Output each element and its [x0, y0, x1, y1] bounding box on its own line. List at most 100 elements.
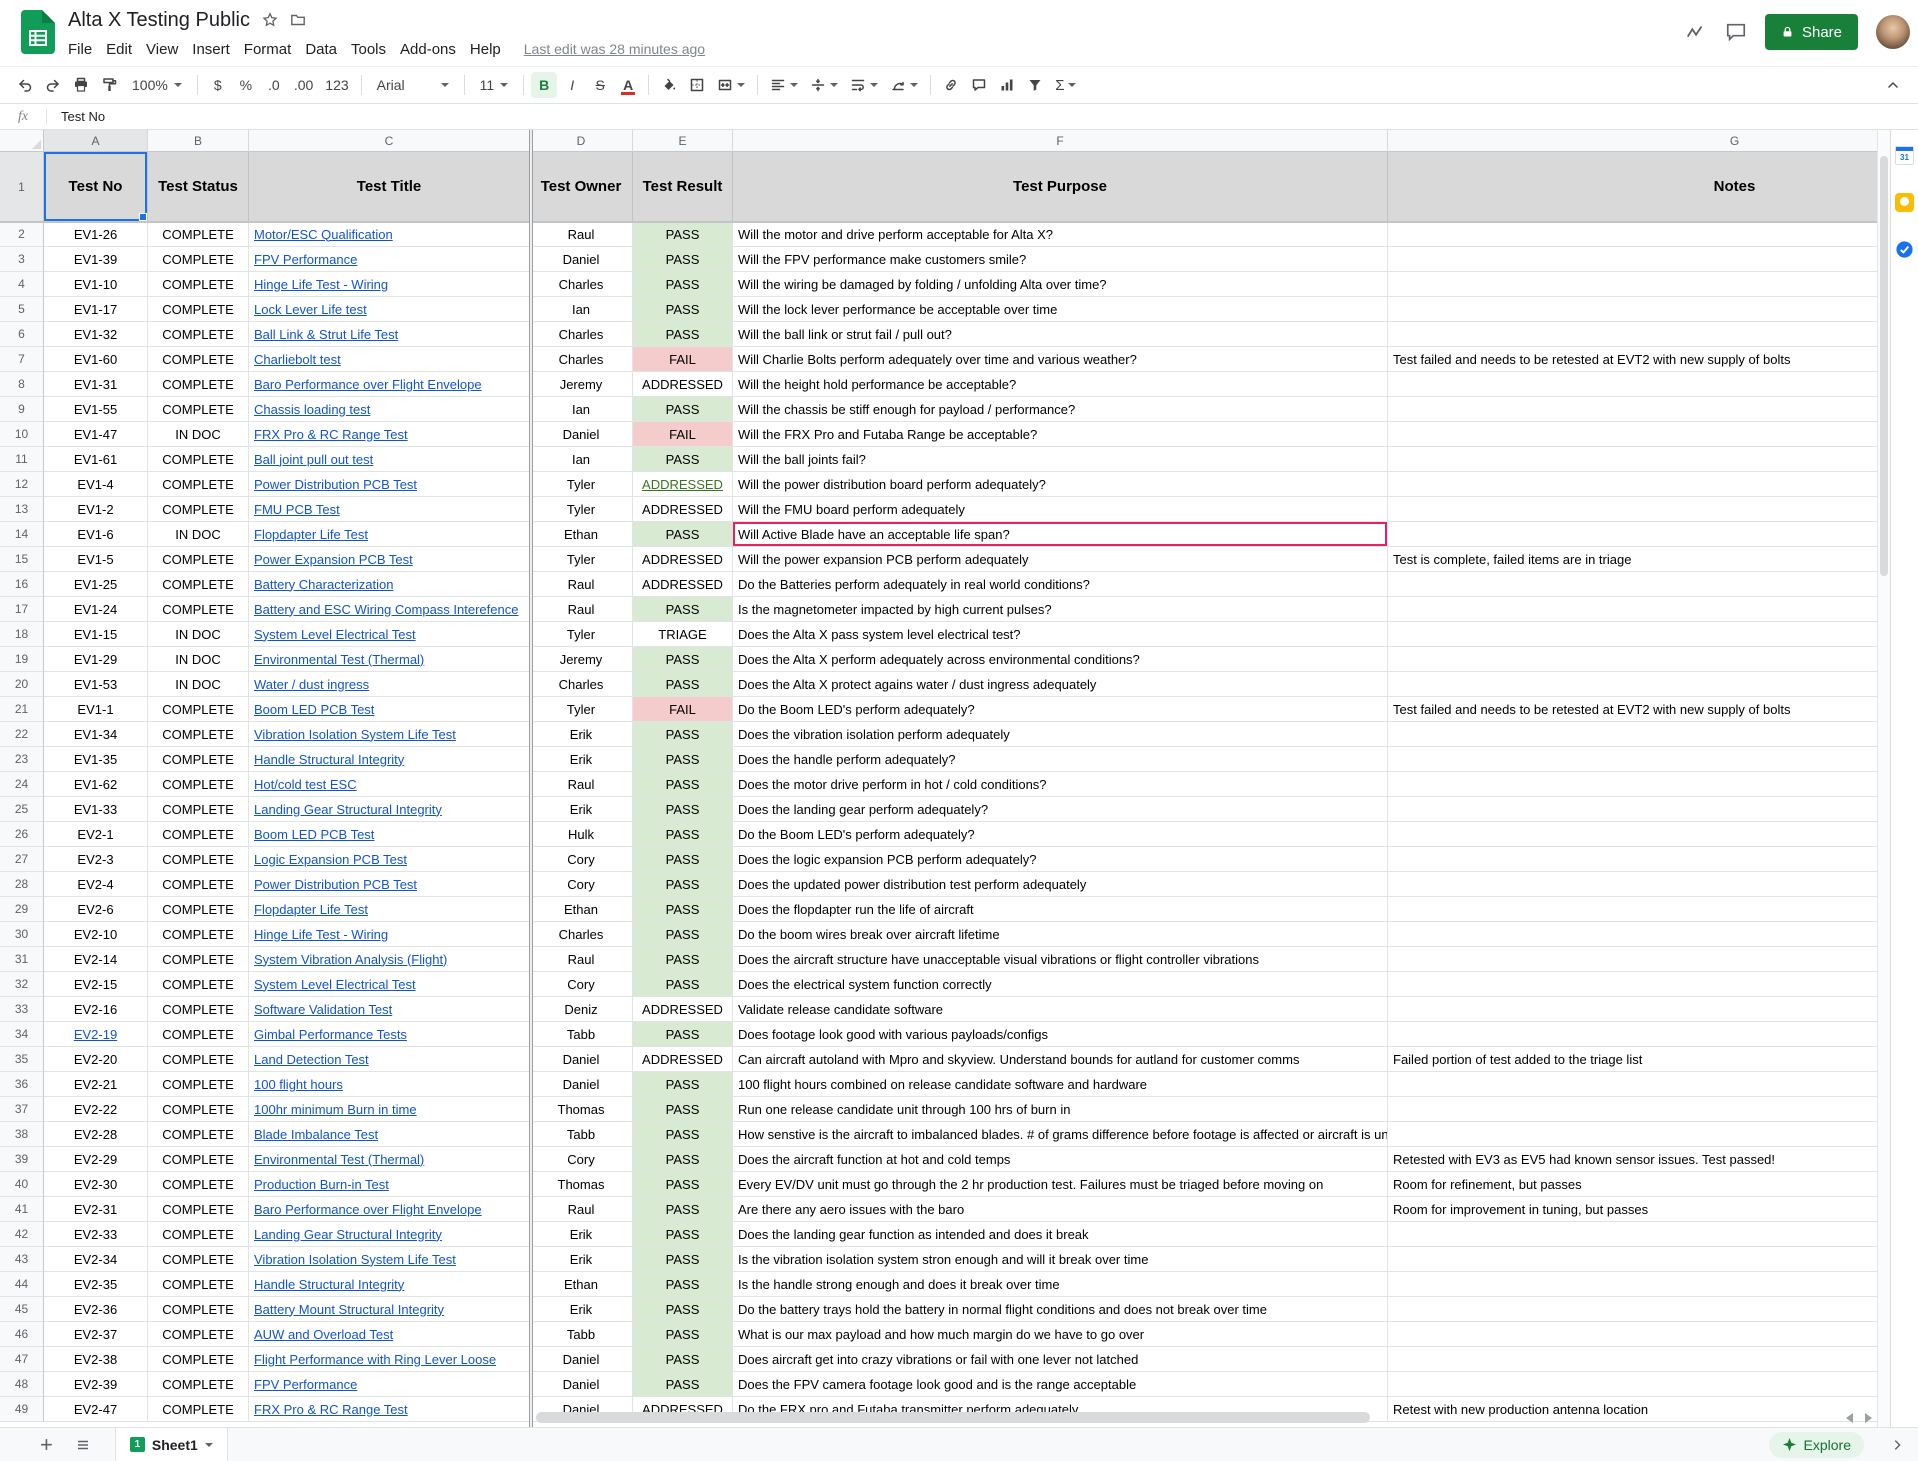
- cell-notes[interactable]: [1388, 1222, 1877, 1247]
- cell-test-status[interactable]: COMPLETE: [148, 1097, 249, 1122]
- row-number[interactable]: 27: [0, 847, 44, 872]
- cell-test-owner[interactable]: Erik: [530, 722, 633, 747]
- cell-test-purpose[interactable]: Do the Boom LED's perform adequately?: [733, 822, 1388, 847]
- test-title-link[interactable]: Boom LED PCB Test: [254, 702, 374, 717]
- cell-test-owner[interactable]: Tyler: [530, 622, 633, 647]
- row-number[interactable]: 46: [0, 1322, 44, 1347]
- column-header-A[interactable]: A: [44, 130, 148, 152]
- cell-test-result[interactable]: ADDRESSED: [633, 472, 733, 497]
- italic-button[interactable]: I: [559, 72, 585, 98]
- horizontal-align-button[interactable]: [765, 72, 803, 98]
- test-title-link[interactable]: Power Distribution PCB Test: [254, 877, 417, 892]
- activity-history-icon[interactable]: [1685, 21, 1707, 43]
- cell-test-title[interactable]: System Vibration Analysis (Flight): [249, 947, 530, 972]
- cell-test-no[interactable]: EV1-33: [44, 797, 148, 822]
- cell-test-no[interactable]: EV2-20: [44, 1047, 148, 1072]
- row-number[interactable]: 15: [0, 547, 44, 572]
- cell-test-no[interactable]: EV2-1: [44, 822, 148, 847]
- cell-test-status[interactable]: COMPLETE: [148, 1222, 249, 1247]
- test-title-link[interactable]: Environmental Test (Thermal): [254, 1152, 424, 1167]
- cell-test-purpose[interactable]: Will the FPV performance make customers …: [733, 247, 1388, 272]
- row-number[interactable]: 24: [0, 772, 44, 797]
- row-number[interactable]: 20: [0, 672, 44, 697]
- test-result-link[interactable]: ADDRESSED: [642, 477, 723, 492]
- row-number[interactable]: 47: [0, 1347, 44, 1372]
- row-number[interactable]: 13: [0, 497, 44, 522]
- cell-test-purpose[interactable]: Do the Boom LED's perform adequately?: [733, 697, 1388, 722]
- cell-test-purpose[interactable]: Does the logic expansion PCB perform ade…: [733, 847, 1388, 872]
- borders-button[interactable]: [684, 72, 710, 98]
- cell-test-owner[interactable]: Erik: [530, 1297, 633, 1322]
- row-number[interactable]: 19: [0, 647, 44, 672]
- cell-test-result[interactable]: PASS: [633, 1122, 733, 1147]
- cell-test-owner[interactable]: Ian: [530, 447, 633, 472]
- row-number[interactable]: 11: [0, 447, 44, 472]
- cell-test-purpose[interactable]: Every EV/DV unit must go through the 2 h…: [733, 1172, 1388, 1197]
- cell-test-owner[interactable]: Cory: [530, 872, 633, 897]
- cell-test-result[interactable]: PASS: [633, 247, 733, 272]
- cell-test-status[interactable]: COMPLETE: [148, 1247, 249, 1272]
- cell-test-purpose[interactable]: Do the Batteries perform adequately in r…: [733, 572, 1388, 597]
- header-cell-A[interactable]: Test No: [44, 152, 148, 222]
- cell-notes[interactable]: [1388, 622, 1877, 647]
- row-number[interactable]: 6: [0, 322, 44, 347]
- cell-test-no[interactable]: EV1-26: [44, 222, 148, 247]
- cell-test-result[interactable]: PASS: [633, 522, 733, 547]
- cell-notes[interactable]: Test failed and needs to be retested at …: [1388, 347, 1877, 372]
- cell-test-status[interactable]: COMPLETE: [148, 472, 249, 497]
- cell-test-result[interactable]: PASS: [633, 1247, 733, 1272]
- test-title-link[interactable]: Hinge Life Test - Wiring: [254, 277, 388, 292]
- cell-test-title[interactable]: Vibration Isolation System Life Test: [249, 722, 530, 747]
- cell-notes[interactable]: [1388, 647, 1877, 672]
- test-title-link[interactable]: Water / dust ingress: [254, 677, 369, 692]
- cell-test-title[interactable]: Landing Gear Structural Integrity: [249, 797, 530, 822]
- cell-test-owner[interactable]: Cory: [530, 847, 633, 872]
- cell-notes[interactable]: [1388, 1122, 1877, 1147]
- cell-test-purpose[interactable]: Will the power expansion PCB perform ade…: [733, 547, 1388, 572]
- cell-test-purpose[interactable]: Does the Alta X pass system level electr…: [733, 622, 1388, 647]
- cell-test-purpose[interactable]: Will the chassis be stiff enough for pay…: [733, 397, 1388, 422]
- cell-test-no[interactable]: EV2-4: [44, 872, 148, 897]
- cell-test-no[interactable]: EV2-30: [44, 1172, 148, 1197]
- row-number[interactable]: 1: [0, 152, 44, 222]
- paint-format-button[interactable]: [96, 72, 122, 98]
- cell-test-purpose[interactable]: Will the FMU board perform adequately: [733, 497, 1388, 522]
- cell-test-owner[interactable]: Daniel: [530, 247, 633, 272]
- row-number[interactable]: 40: [0, 1172, 44, 1197]
- row-number[interactable]: 17: [0, 597, 44, 622]
- row-number[interactable]: 12: [0, 472, 44, 497]
- cell-test-purpose[interactable]: Does the motor drive perform in hot / co…: [733, 772, 1388, 797]
- cell-test-title[interactable]: System Level Electrical Test: [249, 972, 530, 997]
- cell-test-title[interactable]: Land Detection Test: [249, 1047, 530, 1072]
- cell-test-title[interactable]: Software Validation Test: [249, 997, 530, 1022]
- cell-test-status[interactable]: COMPLETE: [148, 722, 249, 747]
- test-title-link[interactable]: Gimbal Performance Tests: [254, 1027, 407, 1042]
- row-number[interactable]: 4: [0, 272, 44, 297]
- cell-test-owner[interactable]: Raul: [530, 572, 633, 597]
- cell-test-result[interactable]: FAIL: [633, 697, 733, 722]
- cell-test-title[interactable]: FPV Performance: [249, 1372, 530, 1397]
- cell-test-title[interactable]: FMU PCB Test: [249, 497, 530, 522]
- cell-notes[interactable]: Room for refinement, but passes: [1388, 1172, 1877, 1197]
- font-size-select[interactable]: 11: [472, 72, 517, 98]
- cell-test-no[interactable]: EV2-36: [44, 1297, 148, 1322]
- cell-test-no[interactable]: EV1-17: [44, 297, 148, 322]
- cell-test-owner[interactable]: Jeremy: [530, 647, 633, 672]
- cell-notes[interactable]: [1388, 1272, 1877, 1297]
- row-number[interactable]: 10: [0, 422, 44, 447]
- explore-button[interactable]: Explore: [1769, 1432, 1864, 1458]
- avatar[interactable]: [1876, 15, 1910, 49]
- row-number[interactable]: 45: [0, 1297, 44, 1322]
- test-title-link[interactable]: Chassis loading test: [254, 402, 370, 417]
- menu-format[interactable]: Format: [237, 38, 299, 61]
- test-title-link[interactable]: Logic Expansion PCB Test: [254, 852, 407, 867]
- cell-test-no[interactable]: EV1-5: [44, 547, 148, 572]
- cell-notes[interactable]: Failed portion of test added to the tria…: [1388, 1047, 1877, 1072]
- test-title-link[interactable]: Flight Performance with Ring Lever Loose: [254, 1352, 496, 1367]
- cell-test-owner[interactable]: Thomas: [530, 1097, 633, 1122]
- row-number[interactable]: 43: [0, 1247, 44, 1272]
- cell-notes[interactable]: [1388, 972, 1877, 997]
- cell-notes[interactable]: [1388, 272, 1877, 297]
- cell-test-title[interactable]: 100hr minimum Burn in time: [249, 1097, 530, 1122]
- cell-test-result[interactable]: PASS: [633, 647, 733, 672]
